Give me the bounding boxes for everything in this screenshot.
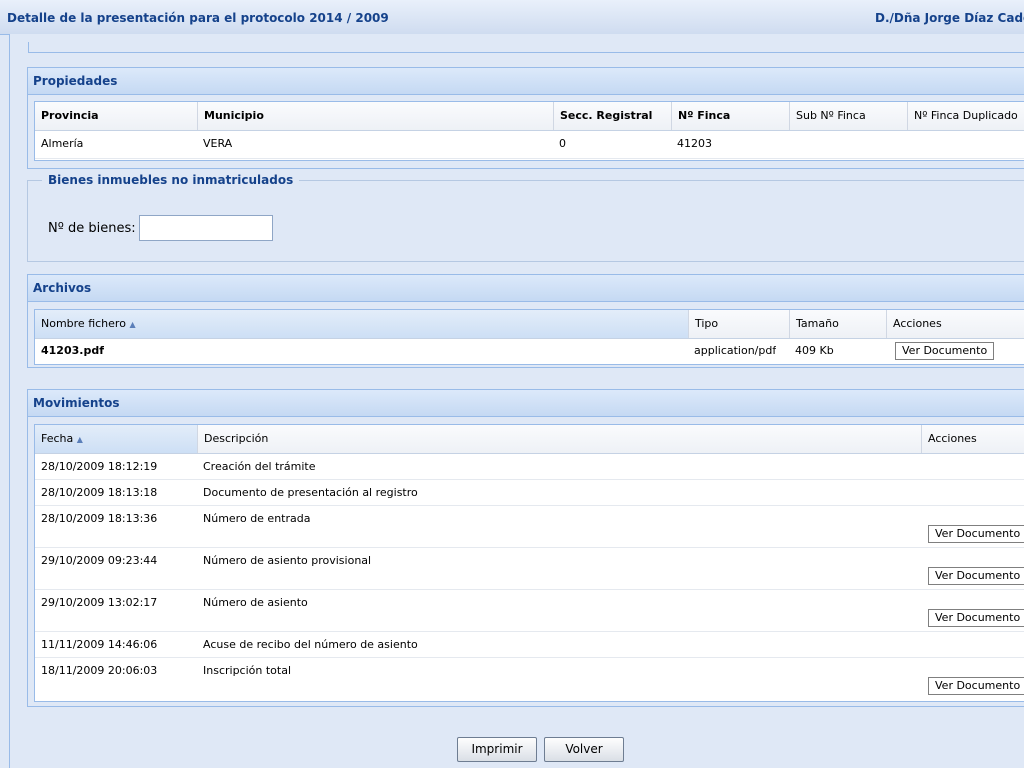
col-num-finca-duplicado[interactable]: Nº Finca Duplicado xyxy=(907,102,1024,130)
col-tipo[interactable]: Tipo xyxy=(688,310,789,338)
col-nombre-fichero-label: Nombre fichero xyxy=(41,317,126,330)
archivos-panel: Archivos Nombre fichero ▲ Tipo Tamaño Ac… xyxy=(27,274,1024,368)
cell-fecha: 28/10/2009 18:12:19 xyxy=(41,460,158,473)
sort-asc-icon: ▲ xyxy=(76,435,83,444)
cell-fecha: 29/10/2009 13:02:17 xyxy=(41,596,158,609)
cell-num-finca: 41203 xyxy=(677,137,712,150)
cell-descripcion: Creación del trámite xyxy=(203,460,316,473)
cell-descripcion: Número de entrada xyxy=(203,512,311,525)
num-bienes-label: Nº de bienes: xyxy=(48,221,136,236)
movimientos-panel: Movimientos Fecha ▲ Descripción Acciones… xyxy=(27,389,1024,707)
propiedades-header: Propiedades xyxy=(28,68,1024,95)
cell-tamano: 409 Kb xyxy=(795,344,834,357)
propiedades-panel: Propiedades Provincia Municipio Secc. Re… xyxy=(27,67,1024,169)
col-acciones[interactable]: Acciones xyxy=(886,310,1024,338)
table-row[interactable]: 28/10/2009 18:12:19 Creación del trámite xyxy=(35,454,1024,480)
col-provincia[interactable]: Provincia xyxy=(35,102,197,130)
cell-nombre-fichero: 41203.pdf xyxy=(41,344,104,357)
window-title: Detalle de la presentación para el proto… xyxy=(7,11,389,25)
num-bienes-input[interactable] xyxy=(139,215,273,241)
cell-fecha: 11/11/2009 14:46:06 xyxy=(41,638,158,651)
cell-secc-registral: 0 xyxy=(559,137,566,150)
print-button[interactable]: Imprimir xyxy=(457,737,537,762)
top-divider xyxy=(28,42,1024,53)
table-row[interactable]: 28/10/2009 18:13:36 Número de entrada Ve… xyxy=(35,506,1024,548)
col-sub-num-finca[interactable]: Sub Nº Finca xyxy=(789,102,907,130)
table-row[interactable]: 28/10/2009 18:13:18 Documento de present… xyxy=(35,480,1024,506)
col-secc-registral[interactable]: Secc. Registral xyxy=(553,102,671,130)
sort-asc-icon: ▲ xyxy=(129,320,136,329)
col-municipio[interactable]: Municipio xyxy=(197,102,553,130)
propiedades-grid: Provincia Municipio Secc. Registral Nº F… xyxy=(34,101,1024,161)
ver-documento-button[interactable]: Ver Documento xyxy=(928,567,1024,585)
cell-descripcion: Documento de presentación al registro xyxy=(203,486,418,499)
table-row[interactable]: 29/10/2009 13:02:17 Número de asiento Ve… xyxy=(35,590,1024,632)
ver-documento-button[interactable]: Ver Documento xyxy=(928,609,1024,627)
table-row[interactable]: 18/11/2009 20:06:03 Inscripción total Ve… xyxy=(35,658,1024,699)
cell-provincia: Almería xyxy=(41,137,84,150)
archivos-grid-header: Nombre fichero ▲ Tipo Tamaño Acciones xyxy=(35,310,1024,339)
ver-documento-button[interactable]: Ver Documento xyxy=(928,525,1024,543)
cell-descripcion: Número de asiento provisional xyxy=(203,554,372,567)
cell-fecha: 18/11/2009 20:06:03 xyxy=(41,664,158,677)
archivos-grid: Nombre fichero ▲ Tipo Tamaño Acciones 41… xyxy=(34,309,1024,365)
table-row[interactable]: Almería VERA 0 41203 xyxy=(35,130,1024,159)
col-nombre-fichero[interactable]: Nombre fichero ▲ xyxy=(35,310,688,338)
movimientos-grid: Fecha ▲ Descripción Acciones 28/10/2009 … xyxy=(34,424,1024,702)
cell-municipio: VERA xyxy=(203,137,233,150)
table-row[interactable]: 41203.pdf application/pdf 409 Kb Ver Doc… xyxy=(35,338,1024,362)
ver-documento-button[interactable]: Ver Documento xyxy=(928,677,1024,695)
cell-descripcion: Acuse de recibo del número de asiento xyxy=(203,638,418,651)
archivos-header: Archivos xyxy=(28,275,1024,302)
cell-fecha: 29/10/2009 09:23:44 xyxy=(41,554,158,567)
col-fecha-label: Fecha xyxy=(41,432,74,445)
col-fecha[interactable]: Fecha ▲ xyxy=(35,425,197,453)
cell-descripcion: Número de asiento xyxy=(203,596,308,609)
col-acciones[interactable]: Acciones xyxy=(921,425,1024,453)
movimientos-header: Movimientos xyxy=(28,390,1024,417)
col-tamano[interactable]: Tamaño xyxy=(789,310,886,338)
col-num-finca[interactable]: Nº Finca xyxy=(671,102,789,130)
cell-tipo: application/pdf xyxy=(694,344,777,357)
ver-documento-button[interactable]: Ver Documento xyxy=(895,342,995,360)
bienes-legend: Bienes inmuebles no inmatriculados xyxy=(42,173,300,187)
cell-fecha: 28/10/2009 18:13:36 xyxy=(41,512,158,525)
cell-fecha: 28/10/2009 18:13:18 xyxy=(41,486,158,499)
table-row[interactable]: 11/11/2009 14:46:06 Acuse de recibo del … xyxy=(35,632,1024,658)
col-descripcion[interactable]: Descripción xyxy=(197,425,921,453)
propiedades-grid-header: Provincia Municipio Secc. Registral Nº F… xyxy=(35,102,1024,131)
cell-descripcion: Inscripción total xyxy=(203,664,292,677)
bienes-fieldset: Bienes inmuebles no inmatriculados Nº de… xyxy=(27,173,1024,262)
table-row[interactable]: 29/10/2009 09:23:44 Número de asiento pr… xyxy=(35,548,1024,590)
window-titlebar: Detalle de la presentación para el proto… xyxy=(0,0,1024,35)
back-button[interactable]: Volver xyxy=(544,737,624,762)
user-name: D./Dña Jorge Díaz Cadó xyxy=(875,11,1024,25)
movimientos-grid-header: Fecha ▲ Descripción Acciones xyxy=(35,425,1024,454)
